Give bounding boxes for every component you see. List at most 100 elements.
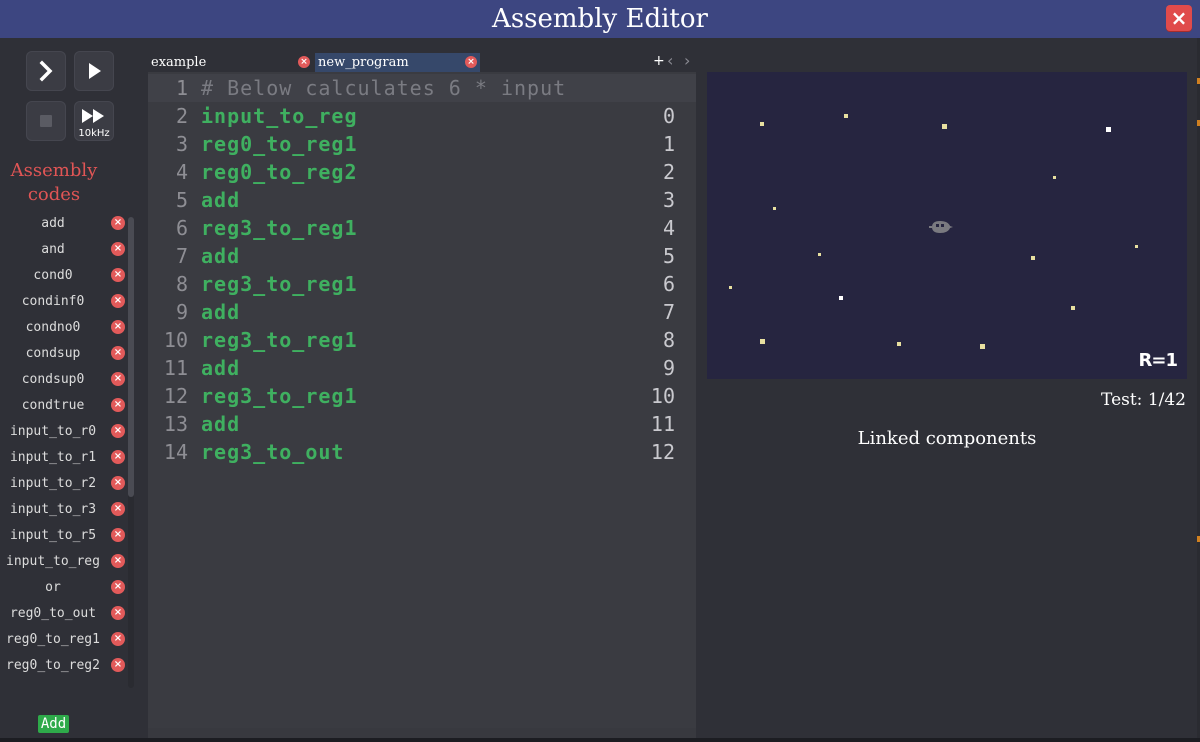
list-item: condno0 × [0, 315, 128, 341]
run-button[interactable] [74, 51, 114, 91]
list-item: or × [0, 575, 128, 601]
editor-line[interactable]: 11 add 9 [148, 354, 696, 382]
stop-icon [40, 115, 52, 127]
editor-line[interactable]: 10 reg3_to_reg1 8 [148, 326, 696, 354]
delete-icon[interactable]: × [111, 632, 125, 646]
code-name[interactable]: add [0, 216, 106, 232]
assembly-codes-heading: Assembly codes [10, 160, 98, 205]
line-address: 4 [662, 216, 675, 240]
editor-line[interactable]: 12 reg3_to_reg1 10 [148, 382, 696, 410]
delete-icon[interactable]: × [111, 450, 125, 464]
code-name[interactable]: input_to_r3 [0, 502, 106, 518]
code-name[interactable]: input_to_r0 [0, 424, 106, 440]
delete-icon[interactable]: × [111, 346, 125, 360]
line-code: add [201, 244, 241, 268]
delete-icon[interactable]: × [111, 528, 125, 542]
line-code: reg3_to_reg1 [201, 328, 358, 352]
star [818, 253, 821, 256]
delete-icon[interactable]: × [111, 294, 125, 308]
editor-line[interactable]: 8 reg3_to_reg1 6 [148, 270, 696, 298]
code-name[interactable]: and [0, 242, 106, 258]
tab-prev-icon[interactable]: ‹ [667, 52, 673, 70]
delete-icon[interactable]: × [111, 268, 125, 282]
linked-components-heading: Linked components [857, 428, 1037, 449]
code-name[interactable]: or [0, 580, 106, 596]
line-address: 0 [662, 104, 675, 128]
tab-example[interactable]: example × [148, 53, 314, 72]
line-address: 9 [662, 356, 675, 380]
close-window-button[interactable]: × [1166, 5, 1192, 31]
tab-label: new_program [318, 55, 409, 70]
line-number: 12 [163, 384, 188, 408]
code-name[interactable]: reg0_to_reg2 [0, 658, 106, 674]
code-editor[interactable]: 1 # Below calculates 6 * input 2 input_t… [148, 72, 696, 728]
code-name[interactable]: reg0_to_reg1 [0, 632, 106, 648]
delete-icon[interactable]: × [111, 658, 125, 672]
new-tab-button[interactable]: + [653, 52, 665, 70]
add-code-button[interactable]: Add [38, 715, 69, 733]
scrollbar-thumb[interactable] [128, 217, 134, 497]
code-name[interactable]: input_to_reg [0, 554, 106, 570]
code-name[interactable]: condsup [0, 346, 106, 362]
line-code: add [201, 300, 241, 324]
play-icon [89, 63, 101, 79]
tab-close-icon[interactable]: × [465, 56, 477, 68]
star [773, 207, 776, 210]
line-number: 10 [163, 328, 188, 352]
editor-line[interactable]: 9 add 7 [148, 298, 696, 326]
editor-line[interactable]: 6 reg3_to_reg1 4 [148, 214, 696, 242]
code-name[interactable]: cond0 [0, 268, 106, 284]
stop-button[interactable] [26, 101, 66, 141]
line-address: 2 [662, 160, 675, 184]
editor-line[interactable]: 1 # Below calculates 6 * input [148, 74, 696, 102]
tab-new-program[interactable]: new_program × [315, 53, 480, 72]
delete-icon[interactable]: × [111, 372, 125, 386]
code-name[interactable]: condno0 [0, 320, 106, 336]
list-item: and × [0, 237, 128, 263]
line-number: 3 [175, 132, 188, 156]
list-item: input_to_r5 × [0, 523, 128, 549]
line-address: 6 [662, 272, 675, 296]
tab-next-icon[interactable]: › [684, 52, 690, 70]
line-number: 9 [175, 300, 188, 324]
list-item: input_to_r2 × [0, 471, 128, 497]
editor-line[interactable]: 3 reg0_to_reg1 1 [148, 130, 696, 158]
codes-scrollbar[interactable] [128, 217, 134, 688]
step-button[interactable] [26, 51, 66, 91]
tab-close-icon[interactable]: × [298, 56, 310, 68]
editor-line[interactable]: 4 reg0_to_reg2 2 [148, 158, 696, 186]
code-name[interactable]: reg0_to_out [0, 606, 106, 622]
delete-icon[interactable]: × [111, 398, 125, 412]
code-name[interactable]: condsup0 [0, 372, 106, 388]
star [760, 339, 765, 344]
delete-icon[interactable]: × [111, 580, 125, 594]
line-code: # Below calculates 6 * input [201, 76, 567, 100]
star [1071, 306, 1075, 310]
list-item: reg0_to_out × [0, 601, 128, 627]
line-address: 1 [662, 132, 675, 156]
code-name[interactable]: condtrue [0, 398, 106, 414]
delete-icon[interactable]: × [111, 476, 125, 490]
code-name[interactable]: input_to_r2 [0, 476, 106, 492]
delete-icon[interactable]: × [111, 606, 125, 620]
tab-label: example [151, 55, 207, 70]
delete-icon[interactable]: × [111, 554, 125, 568]
editor-line[interactable]: 14 reg3_to_out 12 [148, 438, 696, 466]
star [1106, 127, 1111, 132]
code-name[interactable]: condinf0 [0, 294, 106, 310]
star [1031, 256, 1035, 260]
code-name[interactable]: input_to_r1 [0, 450, 106, 466]
fast-forward-button[interactable]: 10kHz [74, 101, 114, 141]
code-name[interactable]: input_to_r5 [0, 528, 106, 544]
list-item: reg0_to_reg2 × [0, 653, 128, 679]
star [1053, 176, 1056, 179]
delete-icon[interactable]: × [111, 216, 125, 230]
editor-line[interactable]: 5 add 3 [148, 186, 696, 214]
editor-line[interactable]: 13 add 11 [148, 410, 696, 438]
editor-line[interactable]: 2 input_to_reg 0 [148, 102, 696, 130]
delete-icon[interactable]: × [111, 320, 125, 334]
editor-line[interactable]: 7 add 5 [148, 242, 696, 270]
delete-icon[interactable]: × [111, 502, 125, 516]
delete-icon[interactable]: × [111, 424, 125, 438]
delete-icon[interactable]: × [111, 242, 125, 256]
